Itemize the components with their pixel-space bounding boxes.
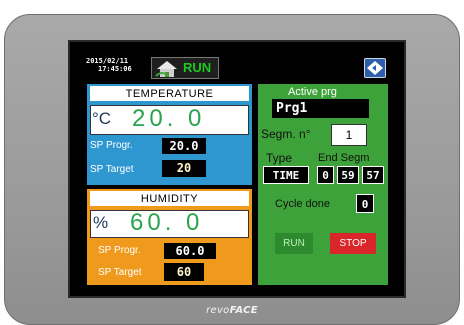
temperature-sp-progr-label: SP Progr. xyxy=(90,140,133,151)
temperature-unit: °C xyxy=(92,109,112,128)
time-text: 17:45:06 xyxy=(98,65,132,73)
type-value[interactable]: TIME xyxy=(263,166,309,184)
cycle-done-value: 0 xyxy=(356,194,374,213)
end-segment-label: End Segm xyxy=(318,152,370,164)
humidity-sp-progr-value[interactable]: 60.0 xyxy=(164,243,216,259)
date-time-display: 2015/02/11 17:45:06 xyxy=(86,57,148,73)
humidity-title: HUMIDITY xyxy=(90,191,249,206)
program-name-field[interactable]: Prg1 xyxy=(272,99,369,118)
temperature-sp-target-label: SP Target xyxy=(90,164,134,175)
humidity-sp-target-label: SP Target xyxy=(98,267,142,278)
navigation-button[interactable] xyxy=(364,58,386,78)
segment-label: Segm. n° xyxy=(261,127,311,141)
humidity-value: 60. 0 xyxy=(130,209,204,236)
navigation-icon xyxy=(367,61,383,75)
brand-part1: revo xyxy=(206,305,230,316)
stop-button[interactable]: STOP xyxy=(330,233,376,254)
brand-label: revoFACE xyxy=(0,305,464,316)
humidity-unit: % xyxy=(93,213,109,232)
status-run-label: RUN xyxy=(183,60,212,75)
temperature-value: 20. 0 xyxy=(132,105,206,132)
end-hours: 0 xyxy=(317,166,334,184)
temperature-sp-progr-value[interactable]: 20.0 xyxy=(162,138,206,154)
temperature-title: TEMPERATURE xyxy=(90,86,249,101)
end-minutes: 59 xyxy=(337,166,359,184)
active-program-title: Active prg xyxy=(288,86,337,98)
humidity-sp-target-value[interactable]: 60 xyxy=(164,263,204,281)
cycle-done-label: Cycle done xyxy=(275,198,331,210)
type-label: Type xyxy=(266,151,293,165)
home-icon[interactable] xyxy=(154,59,180,78)
run-button[interactable]: RUN xyxy=(275,233,313,254)
end-seconds: 57 xyxy=(362,166,384,184)
humidity-sp-progr-label: SP Progr. xyxy=(98,245,141,256)
brand-part2: FACE xyxy=(229,305,258,316)
segment-number-field[interactable]: 1 xyxy=(331,124,367,146)
temperature-sp-target-value[interactable]: 20 xyxy=(162,160,206,177)
date-text: 2015/02/11 xyxy=(86,57,129,65)
